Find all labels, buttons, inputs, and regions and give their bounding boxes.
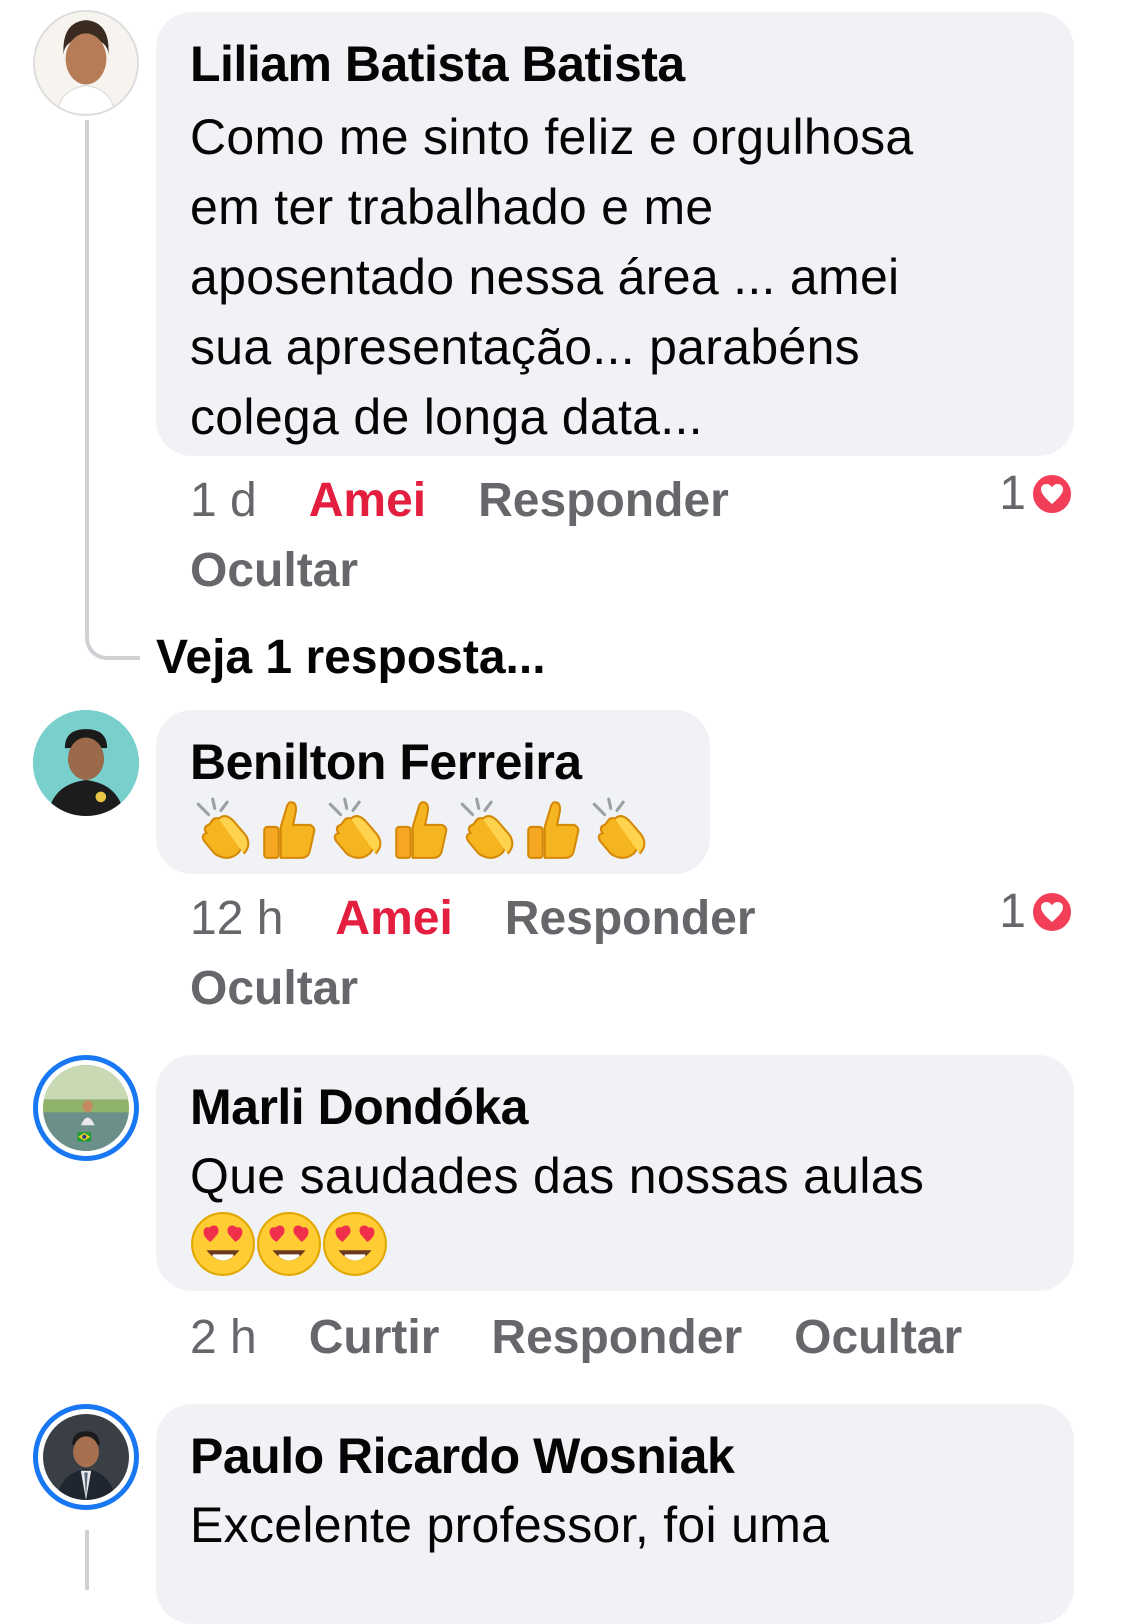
avatar[interactable] <box>33 710 139 816</box>
comment-bubble: Paulo Ricardo Wosniak Excelente professo… <box>156 1404 1074 1624</box>
comment-bubble: Marli Dondóka Que saudades das nossas au… <box>156 1055 1074 1291</box>
heart-eyes-icon <box>190 1211 256 1277</box>
reaction-summary[interactable]: 1 <box>999 466 1074 522</box>
see-replies-link[interactable]: Veja 1 resposta... <box>156 628 546 688</box>
avatar[interactable] <box>33 1055 139 1161</box>
clapping-hands-icon <box>586 796 652 862</box>
clapping-hands-icon <box>190 796 256 862</box>
clapping-hands-icon <box>322 796 388 862</box>
comment-bubble: Benilton Ferreira <box>156 710 710 874</box>
comment-text: Que saudades das nossas aulas <box>190 1148 925 1204</box>
comment-timestamp[interactable]: 2 h <box>190 1303 257 1373</box>
hide-button[interactable]: Ocultar <box>794 1303 962 1373</box>
emoji-text <box>190 796 676 866</box>
heart-eyes-icon <box>256 1211 322 1277</box>
love-reaction-button[interactable]: Amei <box>309 466 426 536</box>
reaction-count: 1 <box>999 885 1026 938</box>
comment-actions: 12 h Amei Responder Ocultar <box>190 884 808 1024</box>
comment-timestamp[interactable]: 1 d <box>190 466 257 536</box>
comment-timestamp[interactable]: 12 h <box>190 884 283 954</box>
comment-text-line: Como me sinto feliz e orgulhosa <box>190 109 914 165</box>
comment-actions: 1 d Amei Responder Ocultar <box>190 466 781 606</box>
comment-text-line: colega de longa data... <box>190 389 703 445</box>
comment-text-line: sua apresentação... parabéns <box>190 319 860 375</box>
emoji-text <box>190 1211 1040 1281</box>
thumbs-up-icon <box>256 796 322 862</box>
comment-text-line: em ter trabalhado e me <box>190 179 714 235</box>
hide-button[interactable]: Ocultar <box>190 536 358 606</box>
thumbs-up-icon <box>520 796 586 862</box>
comment-author[interactable]: Marli Dondóka <box>190 1077 1040 1137</box>
like-button[interactable]: Curtir <box>309 1303 440 1373</box>
avatar[interactable] <box>33 1404 139 1510</box>
avatar[interactable] <box>33 10 139 116</box>
reply-button[interactable]: Responder <box>478 466 729 536</box>
comment-text-line: aposentado nessa área ... amei <box>190 249 900 305</box>
comment-bubble: Liliam Batista Batista Como me sinto fel… <box>156 12 1074 456</box>
comment-text: Excelente professor, foi uma <box>190 1497 830 1553</box>
comment-author[interactable]: Paulo Ricardo Wosniak <box>190 1426 1040 1486</box>
thumbs-up-icon <box>388 796 454 862</box>
comment-text: Como me sinto feliz e orgulhosa em ter t… <box>190 102 1040 452</box>
comment-author[interactable]: Liliam Batista Batista <box>190 34 1040 94</box>
reply-button[interactable]: Responder <box>505 884 756 954</box>
comment-author[interactable]: Benilton Ferreira <box>190 732 676 792</box>
heart-icon <box>1030 472 1074 516</box>
clapping-hands-icon <box>454 796 520 862</box>
heart-icon <box>1030 890 1074 934</box>
comment-actions: 2 h Curtir Responder Ocultar <box>190 1303 1014 1373</box>
reply-thread-line <box>85 120 140 660</box>
reply-button[interactable]: Responder <box>491 1303 742 1373</box>
heart-eyes-icon <box>322 1211 388 1277</box>
reply-thread-line <box>85 1530 89 1590</box>
hide-button[interactable]: Ocultar <box>190 954 358 1024</box>
love-reaction-button[interactable]: Amei <box>335 884 452 954</box>
reaction-count: 1 <box>999 467 1026 520</box>
reaction-summary[interactable]: 1 <box>999 884 1074 940</box>
